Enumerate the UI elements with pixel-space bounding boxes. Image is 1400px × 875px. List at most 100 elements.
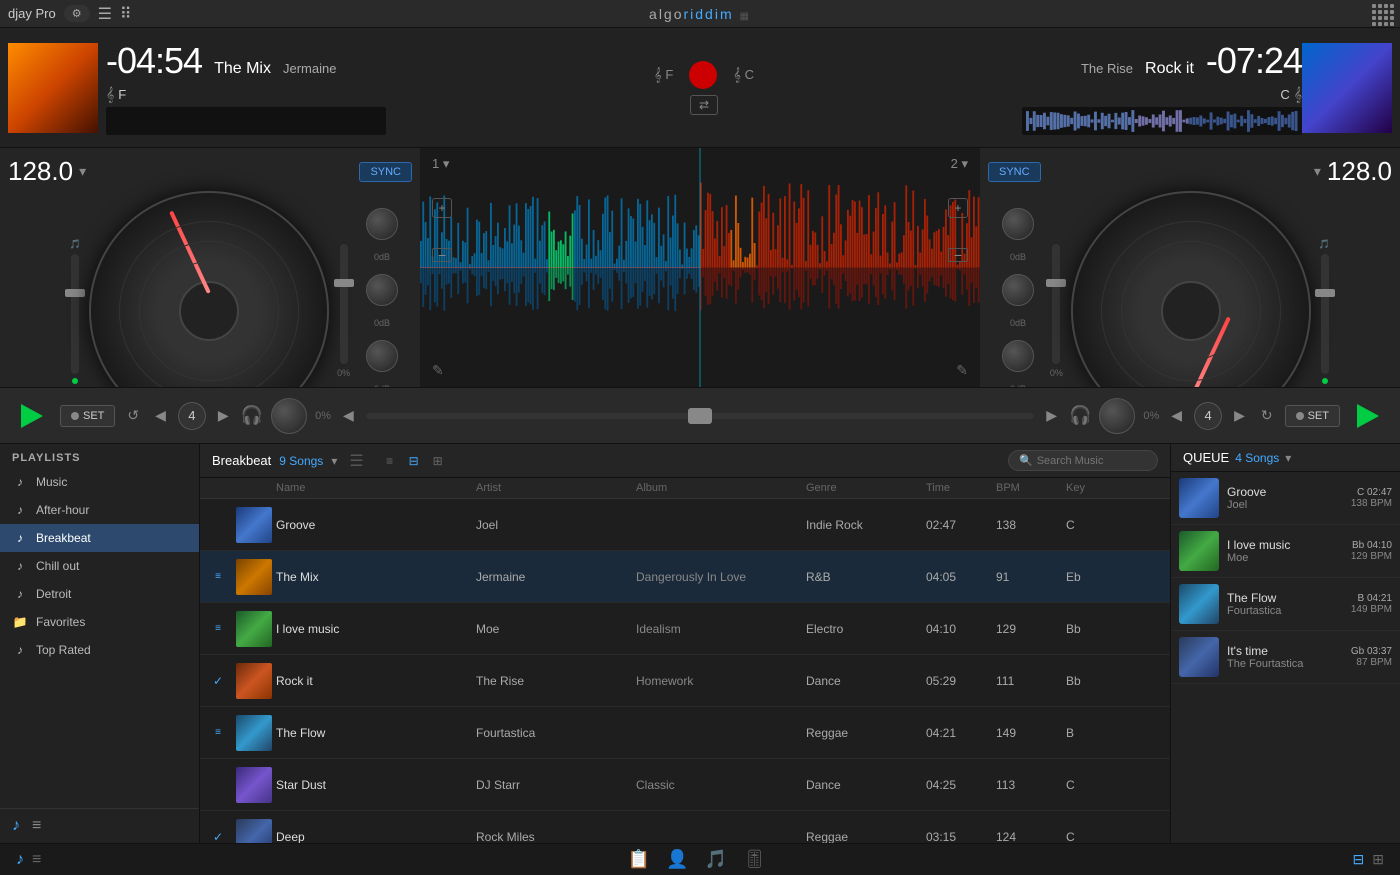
record-button[interactable] [689,61,717,89]
sidebar-item-after-hour[interactable]: ♪ After-hour [0,496,199,524]
col-key[interactable]: Key [1062,482,1122,494]
col-artist[interactable]: Artist [472,482,632,494]
edit-right-icon[interactable]: ✎ [956,362,968,379]
note-footer-icon[interactable]: ♪ [12,817,20,835]
right-knob-1[interactable] [1002,208,1034,240]
right-set-dot [1296,412,1304,420]
left-play-button[interactable] [12,396,52,436]
swap-button[interactable]: ⇄ [690,95,718,115]
crossfader-right-arrow[interactable]: ▶ [1042,403,1061,428]
detail-view-btn[interactable]: ⊟ [404,451,424,471]
search-input[interactable] [1037,455,1147,467]
left-deck-panel: 128.0 ▾ SYNC 🎵 [0,148,420,387]
right-pitch-fader-track[interactable] [1052,244,1060,364]
right-back-button[interactable]: ◀ [1167,403,1186,428]
sidebar-item-chill-out[interactable]: ♪ Chill out [0,552,199,580]
queue-bpm-3: 87 BPM [1351,657,1392,668]
deck-selector[interactable]: ⚙ [64,5,90,22]
left-knob-2[interactable] [366,274,398,306]
minus-left[interactable]: − [432,248,452,262]
track-row[interactable]: ✓ Deep Rock Miles Reggae 03:15 124 C [200,811,1170,843]
col-time[interactable]: Time [922,482,992,494]
right-vol-percent: 0% [1143,410,1159,422]
playlist-menu-icon[interactable]: ☰ [349,451,363,471]
queue-item[interactable]: The Flow Fourtastica B 04:21 149 BPM [1171,578,1400,631]
apps-grid-icon[interactable] [1372,4,1392,24]
hamburger-icon[interactable]: ☰ [98,4,112,24]
right-turntable[interactable] [1071,191,1311,387]
grid-layout-icon[interactable]: ⠿ [120,4,132,24]
edit-left-icon[interactable]: ✎ [432,362,444,379]
left-pitch-fader-track[interactable] [340,244,348,364]
sidebar-item-detroit[interactable]: ♪ Detroit [0,580,199,608]
list-footer-icon[interactable]: ≡ [32,817,41,835]
grid-view-btn[interactable]: ⊞ [428,451,448,471]
right-headphone-icon[interactable]: 🎧 [1069,405,1091,426]
track-row[interactable]: ✓ Rock it The Rise Homework Dance 05:29 … [200,655,1170,707]
list-view-btn[interactable]: ≡ [380,451,400,471]
col-name[interactable]: Name [272,482,472,494]
queue-track-name-3: It's time [1227,644,1343,658]
queue-item[interactable]: Groove Joel C 02:47 138 BPM [1171,472,1400,525]
left-knob-3[interactable] [366,340,398,372]
left-forward-button[interactable]: ▶ [214,403,233,428]
left-knob-1[interactable] [366,208,398,240]
left-back-button[interactable]: ◀ [151,403,170,428]
track-row[interactable]: ≡ I love music Moe Idealism Electro 04:1… [200,603,1170,655]
left-undo-button[interactable]: ↺ [123,403,143,428]
status-list-view[interactable]: ⊟ [1353,851,1365,868]
col-bpm[interactable]: BPM [992,482,1062,494]
track-genre-2: R&B [802,570,922,584]
sidebar-item-music[interactable]: ♪ Music [0,468,199,496]
status-grid-view[interactable]: ⊞ [1372,851,1384,868]
right-forward-button[interactable]: ▶ [1230,403,1249,428]
queue-count[interactable]: 4 Songs [1235,451,1279,465]
queue-item[interactable]: I love music Moe Bb 04:10 129 BPM [1171,525,1400,578]
crossfader-left-arrow[interactable]: ◀ [339,403,358,428]
crossfader-track[interactable] [366,413,1034,419]
note-status-icon[interactable]: ♪ [16,851,24,869]
mixer-status-icon[interactable]: 🎚 [743,849,766,870]
sidebar-item-top-rated[interactable]: ♪ Top Rated [0,636,199,664]
sidebar-item-favorites[interactable]: 📁 Favorites [0,608,199,636]
queue-status-icon[interactable]: ≡ [32,851,41,869]
col-genre[interactable]: Genre [802,482,922,494]
right-redo-button[interactable]: ↻ [1257,403,1277,428]
track-row[interactable]: ≡ The Flow Fourtastica Reggae 04:21 149 … [200,707,1170,759]
right-vol-fader-track[interactable] [1321,254,1329,374]
left-sync-button[interactable]: SYNC [359,162,412,182]
right-cue-volume[interactable] [1099,398,1135,434]
profile-icon[interactable]: 👤 [666,849,688,870]
left-turntable[interactable] [89,191,329,387]
add-cue-left[interactable]: + [432,198,452,218]
right-sync-button[interactable]: SYNC [988,162,1041,182]
right-knob-3[interactable] [1002,340,1034,372]
minus-right[interactable]: − [948,248,968,262]
left-headphone-icon[interactable]: 🎧 [241,405,263,426]
queue-item[interactable]: It's time The Fourtastica Gb 03:37 87 BP… [1171,631,1400,684]
sidebar-item-breakbeat[interactable]: ♪ Breakbeat [0,524,199,552]
left-cue-volume[interactable] [271,398,307,434]
sidebar-label-top-rated: Top Rated [36,643,91,657]
media-icon[interactable]: 🎵 [705,849,727,870]
sidebar-label-after-hour: After-hour [36,503,89,517]
left-key-icon: 𝄞 F [654,67,673,83]
add-cue-right[interactable]: + [948,198,968,218]
left-loop-num[interactable]: 4 [178,402,206,430]
library-icon[interactable]: 📋 [628,849,650,870]
track-row[interactable]: ≡ The Mix Jermaine Dangerously In Love R… [200,551,1170,603]
left-vol-fader-track[interactable] [71,254,79,374]
col-album[interactable]: Album [632,482,802,494]
track-row[interactable]: Star Dust DJ Starr Classic Dance 04:25 1… [200,759,1170,811]
track-row[interactable]: Groove Joel Indie Rock 02:47 138 C [200,499,1170,551]
right-loop-num[interactable]: 4 [1194,402,1222,430]
track-key-7: C [1062,830,1122,844]
queue-dropdown[interactable]: ▾ [1285,451,1291,465]
playlist-dropdown[interactable]: ▾ [331,454,337,468]
track-thumb-gradient [236,715,272,751]
right-play-button[interactable] [1348,396,1388,436]
right-set-button[interactable]: SET [1285,405,1340,427]
right-knob-2[interactable] [1002,274,1034,306]
left-set-button[interactable]: SET [60,405,115,427]
playlist-count[interactable]: 9 Songs [279,454,323,468]
